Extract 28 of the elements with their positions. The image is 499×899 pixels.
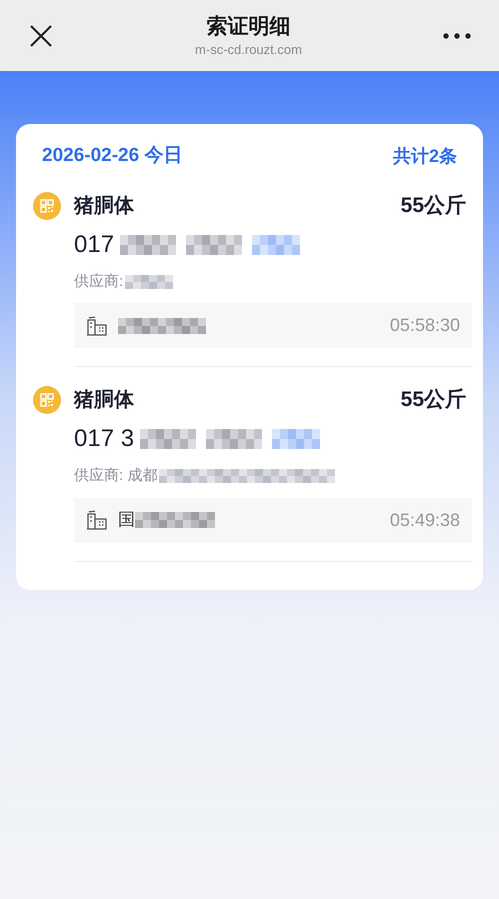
supplier-label: 供应商:	[74, 272, 124, 292]
more-icon[interactable]	[443, 32, 471, 38]
date-label: 2026-02-26 今日	[42, 144, 182, 168]
supplier-label: 供应商: 成都	[74, 466, 158, 486]
building-icon	[86, 316, 108, 336]
redaction-mosaic	[140, 429, 196, 449]
redaction-mosaic	[206, 429, 262, 449]
redaction-mosaic	[252, 234, 300, 254]
trace-code: 017 3	[74, 424, 134, 454]
redaction-mosaic	[125, 274, 174, 289]
weight: 55公斤	[400, 387, 466, 413]
qr-code-icon	[33, 192, 61, 220]
total-count: 共计2条	[392, 144, 457, 168]
weight: 55公斤	[400, 192, 466, 218]
redaction-mosaic	[120, 234, 176, 254]
product-name: 猪胴体	[74, 194, 134, 218]
time-label: 05:58:30	[390, 314, 460, 337]
market-name: 国	[118, 509, 135, 532]
redaction-mosaic	[272, 429, 320, 449]
redaction-mosaic	[186, 234, 242, 254]
qr-code-icon	[33, 386, 61, 414]
product-name: 猪胴体	[74, 388, 134, 413]
time-label: 05:49:38	[390, 508, 460, 532]
page-url: m-sc-cd.rouzt.com	[195, 40, 302, 58]
close-icon[interactable]	[28, 22, 54, 48]
building-icon	[86, 510, 108, 530]
trace-code: 017	[74, 230, 114, 260]
page-title: 索证明细	[206, 14, 290, 40]
